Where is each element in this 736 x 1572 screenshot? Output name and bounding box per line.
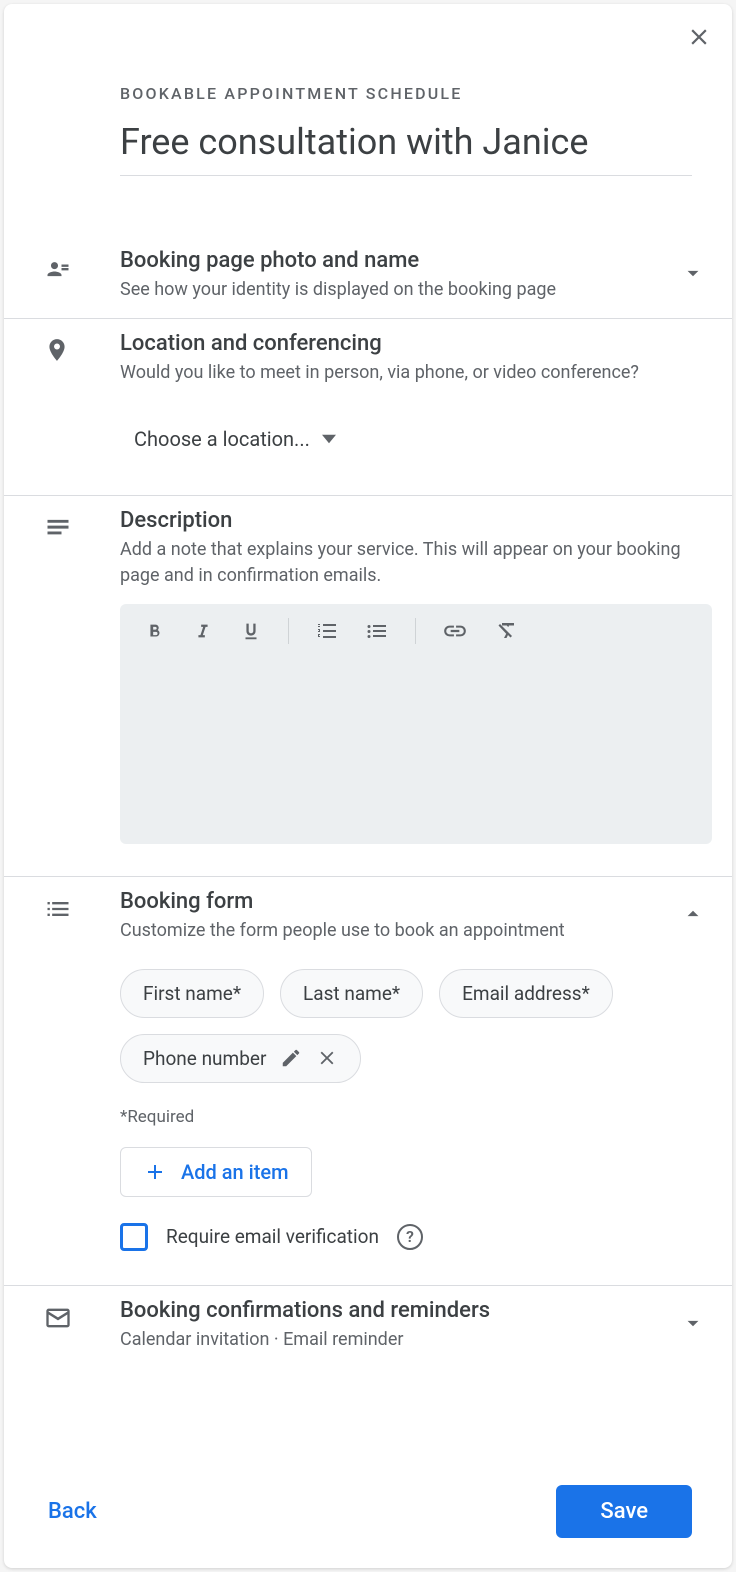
location-dropdown-label: Choose a location...: [134, 427, 310, 451]
expand-photo-button[interactable]: [674, 254, 712, 296]
close-icon: [316, 1047, 338, 1069]
appointment-schedule-dialog: BOOKABLE APPOINTMENT SCHEDULE Booking pa…: [4, 4, 732, 1568]
location-dropdown[interactable]: Choose a location...: [120, 385, 712, 479]
bold-button[interactable]: [144, 620, 166, 642]
save-button[interactable]: Save: [556, 1485, 692, 1538]
toolbar-separator: [415, 618, 416, 644]
clear-format-icon: [494, 619, 518, 643]
back-button[interactable]: Back: [48, 1499, 97, 1524]
chip-email[interactable]: Email address*: [439, 969, 613, 1018]
header: BOOKABLE APPOINTMENT SCHEDULE: [4, 4, 732, 176]
section-photo: Booking page photo and name See how your…: [4, 236, 732, 319]
chip-last-name[interactable]: Last name*: [280, 969, 423, 1018]
collapse-form-button[interactable]: [674, 895, 712, 937]
bulleted-list-button[interactable]: [365, 619, 389, 643]
overline-label: BOOKABLE APPOINTMENT SCHEDULE: [120, 84, 692, 103]
bulleted-list-icon: [365, 619, 389, 643]
verify-email-row: Require email verification ?: [120, 1223, 712, 1251]
section-description: Description Add a note that explains you…: [4, 496, 732, 876]
chevron-down-icon: [680, 260, 706, 286]
verify-email-checkbox[interactable]: [120, 1223, 148, 1251]
form-heading: Booking form: [120, 889, 565, 914]
verify-email-label: Require email verification: [166, 1225, 379, 1248]
form-field-chips: First name* Last name* Email address* Ph…: [120, 969, 712, 1083]
numbered-list-icon: [315, 619, 339, 643]
confirmations-sub: Calendar invitation · Email reminder: [120, 1327, 490, 1352]
location-pin-icon: [44, 331, 120, 479]
form-list-icon: [44, 889, 120, 1269]
edit-phone-button[interactable]: [280, 1047, 302, 1069]
content: Booking page photo and name See how your…: [4, 176, 732, 1465]
underline-button[interactable]: [240, 620, 262, 642]
title-input[interactable]: [120, 121, 692, 176]
footer: Back Save: [4, 1465, 732, 1568]
photo-sub: See how your identity is displayed on th…: [120, 277, 556, 302]
plus-icon: [143, 1160, 167, 1184]
italic-icon: [192, 620, 214, 642]
chip-label: First name*: [143, 982, 241, 1005]
remove-phone-button[interactable]: [316, 1047, 338, 1069]
underline-icon: [240, 620, 262, 642]
notes-icon: [44, 508, 120, 859]
add-item-button[interactable]: Add an item: [120, 1147, 312, 1197]
required-note: *Required: [120, 1107, 712, 1127]
toolbar-separator: [288, 618, 289, 644]
link-button[interactable]: [442, 618, 468, 644]
dropdown-caret-icon: [322, 432, 336, 446]
clear-formatting-button[interactable]: [494, 619, 518, 643]
photo-heading: Booking page photo and name: [120, 248, 556, 273]
chip-first-name[interactable]: First name*: [120, 969, 264, 1018]
description-sub: Add a note that explains your service. T…: [120, 537, 712, 587]
location-heading: Location and conferencing: [120, 331, 712, 356]
editor-toolbar: [120, 604, 712, 658]
description-heading: Description: [120, 508, 712, 533]
chip-phone[interactable]: Phone number: [120, 1034, 361, 1083]
numbered-list-button[interactable]: [315, 619, 339, 643]
expand-confirmations-button[interactable]: [674, 1304, 712, 1346]
section-confirmations: Booking confirmations and reminders Cale…: [4, 1286, 732, 1368]
close-icon: [686, 24, 712, 50]
section-booking-form: Booking form Customize the form people u…: [4, 877, 732, 1286]
link-icon: [442, 618, 468, 644]
form-sub: Customize the form people use to book an…: [120, 918, 565, 943]
chip-label: Email address*: [462, 982, 590, 1005]
chip-label: Last name*: [303, 982, 400, 1005]
chip-label: Phone number: [143, 1047, 266, 1070]
verify-email-help[interactable]: ?: [397, 1224, 423, 1250]
pencil-icon: [280, 1047, 302, 1069]
italic-button[interactable]: [192, 620, 214, 642]
description-editor[interactable]: [120, 604, 712, 844]
bold-icon: [144, 620, 166, 642]
add-item-label: Add an item: [181, 1160, 289, 1184]
close-button[interactable]: [686, 24, 712, 54]
person-badge-icon: [44, 248, 120, 302]
chevron-down-icon: [680, 1310, 706, 1336]
confirmations-heading: Booking confirmations and reminders: [120, 1298, 490, 1323]
mail-icon: [44, 1298, 120, 1352]
section-location: Location and conferencing Would you like…: [4, 319, 732, 496]
location-sub: Would you like to meet in person, via ph…: [120, 360, 712, 385]
chevron-up-icon: [680, 901, 706, 927]
